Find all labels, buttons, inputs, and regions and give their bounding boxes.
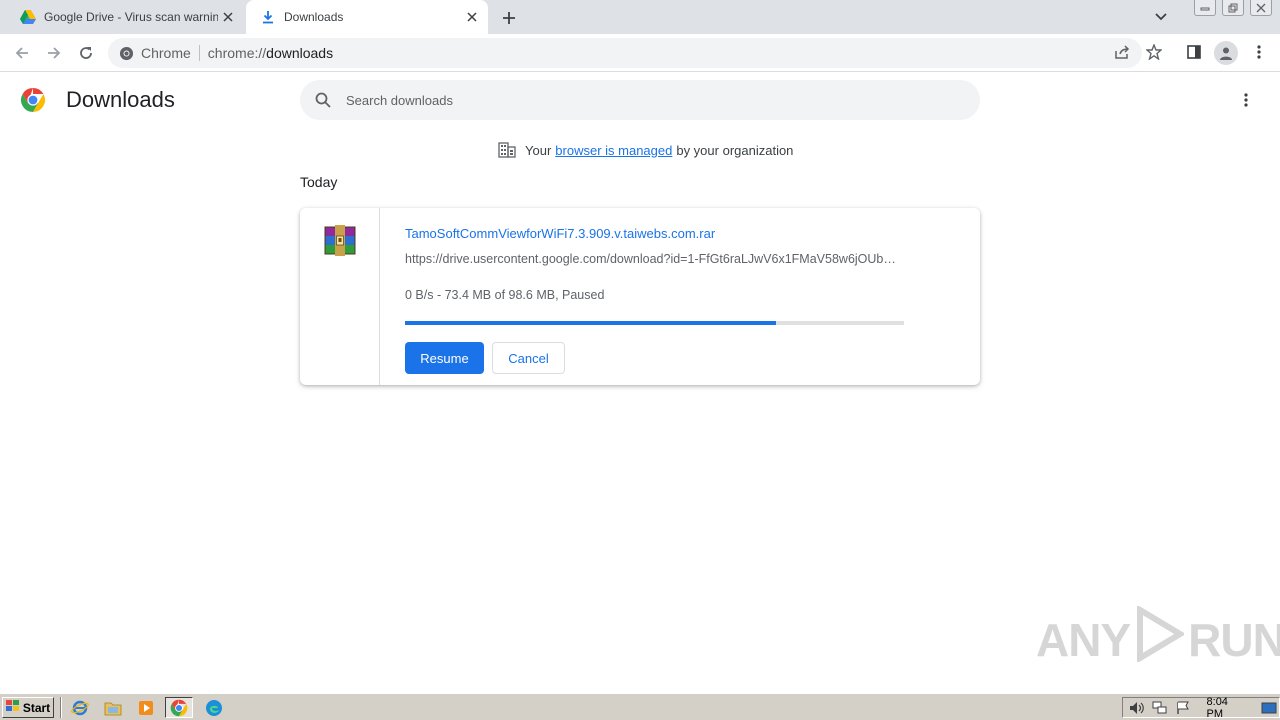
download-progress-bar xyxy=(405,321,904,325)
start-button[interactable]: Start xyxy=(2,697,54,718)
media-player-icon[interactable] xyxy=(132,697,160,718)
anyrun-watermark: ANY RUN xyxy=(1036,604,1280,673)
managed-notice: Your browser is managed by your organiza… xyxy=(498,141,793,159)
file-icon-column xyxy=(300,208,380,385)
tab-google-drive[interactable]: Google Drive - Virus scan warning xyxy=(8,0,244,34)
action-center-flag-icon[interactable] xyxy=(1173,700,1192,716)
restore-button[interactable] xyxy=(1222,0,1244,16)
page-title: Downloads xyxy=(66,87,175,112)
address-bar[interactable]: Chrome chrome://downloads xyxy=(108,38,1142,68)
url-scheme: chrome:// xyxy=(207,45,267,61)
search-icon xyxy=(314,91,332,109)
download-progress-fill xyxy=(405,321,777,325)
back-button[interactable] xyxy=(10,41,34,65)
show-desktop-icon[interactable] xyxy=(1260,700,1279,716)
side-panel-icon[interactable] xyxy=(1181,39,1207,65)
url-host: downloads xyxy=(266,45,334,61)
close-window-button[interactable] xyxy=(1250,0,1272,16)
profile-avatar[interactable] xyxy=(1214,41,1238,65)
play-icon xyxy=(1134,604,1186,673)
tab-title: Downloads xyxy=(284,10,344,24)
reload-button[interactable] xyxy=(74,41,98,65)
download-file-name[interactable]: TamoSoftCommViewforWiFi7.3.909.v.taiwebs… xyxy=(405,226,715,241)
download-status: 0 B/s - 73.4 MB of 98.6 MB, Paused xyxy=(405,288,605,302)
download-icon xyxy=(260,9,276,25)
bookmark-star-icon[interactable] xyxy=(1141,39,1167,65)
search-input[interactable] xyxy=(346,92,946,108)
new-tab-button[interactable] xyxy=(498,7,520,29)
file-explorer-icon[interactable] xyxy=(99,697,127,718)
taskbar-clock: 8:04 PM xyxy=(1206,695,1228,720)
forward-button[interactable] xyxy=(42,41,66,65)
watermark-left: ANY xyxy=(1036,613,1131,666)
winrar-archive-icon xyxy=(323,224,357,258)
start-label: Start xyxy=(22,700,51,715)
share-icon[interactable] xyxy=(1109,39,1135,65)
windows-taskbar: Start 8:04 PM xyxy=(0,693,1280,720)
managed-text-before: Your xyxy=(525,142,552,158)
windows-flag-icon xyxy=(5,700,20,715)
internet-explorer-icon[interactable] xyxy=(66,697,94,718)
tab-title: Google Drive - Virus scan warning xyxy=(44,10,218,24)
resume-button[interactable]: Resume xyxy=(405,342,484,374)
taskbar-separator xyxy=(60,697,62,718)
browser-managed-link[interactable]: browser is managed xyxy=(555,143,672,158)
search-downloads-box[interactable] xyxy=(300,80,980,120)
window-controls xyxy=(1194,0,1272,18)
cancel-button[interactable]: Cancel xyxy=(492,342,565,374)
omnibox-separator xyxy=(198,45,200,61)
chrome-icon xyxy=(118,45,134,61)
browser-toolbar: Chrome chrome://downloads xyxy=(0,34,1280,72)
managed-text-after: by your organization xyxy=(676,142,794,158)
tab-downloads[interactable]: Downloads xyxy=(246,0,488,34)
chevron-down-icon[interactable] xyxy=(1150,8,1172,26)
watermark-right: RUN xyxy=(1188,613,1280,666)
google-drive-icon xyxy=(20,9,36,25)
chrome-logo-icon xyxy=(20,87,46,113)
building-icon xyxy=(498,141,516,159)
volume-icon[interactable] xyxy=(1127,700,1146,716)
minimize-button[interactable] xyxy=(1194,0,1216,16)
download-source-url[interactable]: https://drive.usercontent.google.com/dow… xyxy=(405,252,905,266)
download-item-card: TamoSoftCommViewforWiFi7.3.909.v.taiwebs… xyxy=(300,208,980,385)
url-text: chrome://downloads xyxy=(208,45,333,61)
close-icon[interactable] xyxy=(462,7,482,27)
site-name: Chrome xyxy=(141,45,191,61)
close-icon[interactable] xyxy=(218,7,238,27)
system-tray: 8:04 PM xyxy=(1122,695,1280,720)
tab-strip: Google Drive - Virus scan warning Downlo… xyxy=(0,0,1280,34)
more-actions-icon[interactable] xyxy=(1234,88,1258,112)
browser-menu-icon[interactable] xyxy=(1246,39,1272,65)
edge-icon[interactable] xyxy=(200,697,228,718)
network-icon[interactable] xyxy=(1150,700,1169,716)
chrome-taskbar-icon[interactable] xyxy=(165,697,193,718)
date-header: Today xyxy=(300,174,338,190)
